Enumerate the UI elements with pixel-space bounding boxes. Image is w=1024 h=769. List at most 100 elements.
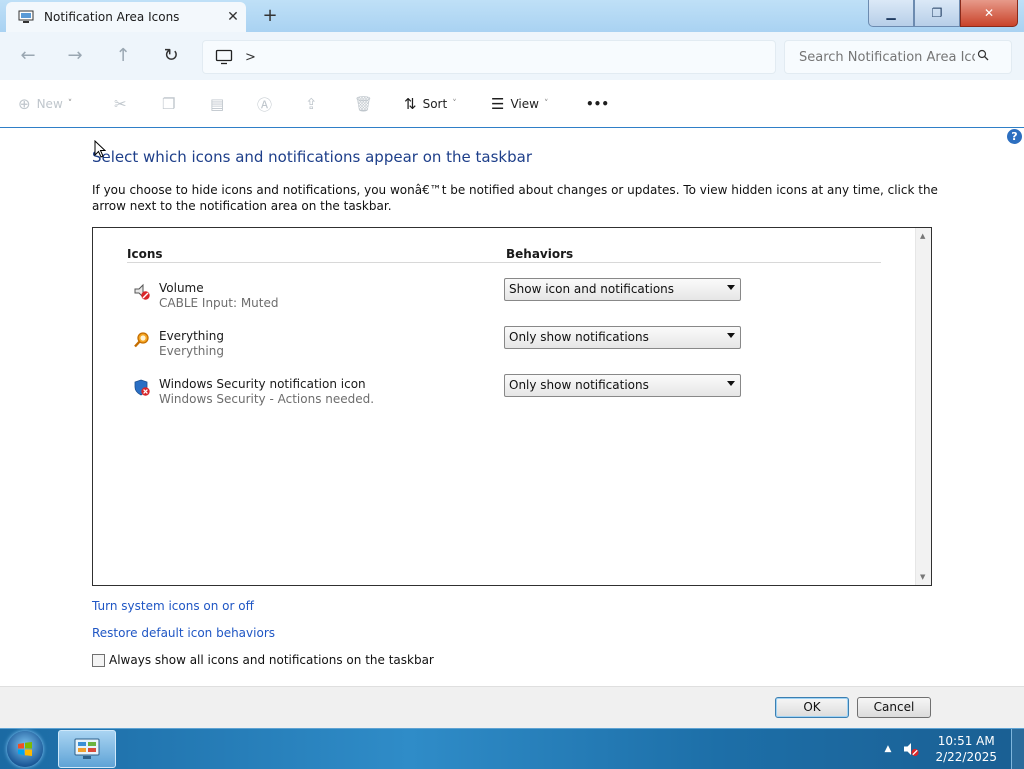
chevron-down-icon — [727, 333, 735, 338]
always-show-checkbox[interactable] — [92, 653, 105, 667]
turn-system-icons-link[interactable]: Turn system icons on or off — [92, 599, 254, 613]
show-hidden-icons-icon[interactable]: ▲ — [885, 744, 892, 754]
more-options-button[interactable]: ••• — [586, 94, 609, 114]
header-divider — [127, 262, 881, 263]
rename-button[interactable]: Ⓐ — [257, 94, 278, 114]
breadcrumb-chevron-icon[interactable]: > — [245, 50, 256, 65]
chevron-down-icon: ˅ — [452, 99, 457, 109]
command-bar: ⊕ New ˅ ✂ ❐ ▤ Ⓐ ⇪ 🗑 ⇅ Sort ˅ ☰ View ˅ ••… — [0, 80, 1024, 128]
everything-search-icon — [134, 332, 149, 348]
volume-muted-icon — [134, 283, 150, 300]
search-input[interactable] — [797, 48, 977, 66]
chevron-down-icon: ˅ — [67, 99, 73, 109]
behavior-dropdown[interactable]: Show icon and notifications — [504, 278, 741, 301]
vertical-scrollbar[interactable]: ▲ ▼ — [915, 228, 931, 585]
search-icon — [977, 49, 997, 65]
behavior-value: Only show notifications — [509, 378, 649, 392]
page-title: Select which icons and notifications app… — [92, 148, 532, 166]
title-bar: Notification Area Icons ✕ + ▁ ❐ ✕ — [0, 0, 1024, 32]
monitor-icon — [215, 49, 233, 65]
new-label: New — [36, 97, 63, 111]
show-desktop-button[interactable] — [1011, 729, 1024, 769]
column-header-icons: Icons — [127, 247, 163, 261]
chevron-down-icon — [727, 285, 735, 290]
view-label: View — [510, 97, 539, 111]
mouse-cursor-icon — [94, 140, 106, 158]
view-button[interactable]: ☰ View ˅ — [491, 94, 548, 114]
view-icon: ☰ — [491, 95, 505, 113]
new-tab-button[interactable]: + — [258, 6, 282, 26]
behavior-dropdown[interactable]: Only show notifications — [504, 374, 741, 397]
restore-defaults-link[interactable]: Restore default icon behaviors — [92, 626, 275, 640]
scissors-icon: ✂ — [114, 95, 127, 113]
item-detail: Windows Security - Actions needed. — [159, 392, 375, 406]
taskbar: ▲ 10:51 AM 2/22/2025 — [0, 728, 1024, 769]
main-content: ? Select which icons and notifications a… — [0, 128, 1024, 686]
back-arrow-icon[interactable]: ← — [16, 44, 40, 68]
share-button[interactable]: ⇪ — [305, 94, 324, 114]
scroll-down-icon[interactable]: ▼ — [920, 573, 925, 581]
item-name: Everything — [159, 329, 224, 343]
column-header-behaviors: Behaviors — [506, 247, 574, 261]
dialog-button-bar: OK Cancel — [0, 686, 1024, 729]
cancel-button[interactable]: Cancel — [857, 697, 931, 718]
behavior-value: Only show notifications — [509, 330, 649, 344]
item-detail: CABLE Input: Muted — [159, 296, 279, 310]
window-controls: ▁ ❐ ✕ — [868, 0, 1018, 28]
new-button[interactable]: ⊕ New ˅ — [18, 94, 72, 114]
item-detail: Everything — [159, 344, 224, 358]
rename-icon: Ⓐ — [257, 95, 273, 114]
behavior-dropdown[interactable]: Only show notifications — [504, 326, 741, 349]
refresh-icon[interactable]: ↻ — [159, 44, 183, 68]
system-clock[interactable]: 10:51 AM 2/22/2025 — [935, 733, 997, 765]
chevron-down-icon — [727, 381, 735, 386]
minimize-button[interactable]: ▁ — [868, 0, 914, 27]
share-icon: ⇪ — [305, 95, 318, 113]
tab-title: Notification Area Icons — [44, 10, 180, 24]
list-item: Volume CABLE Input: Muted Show icon and … — [131, 278, 891, 321]
tab-close-icon[interactable]: ✕ — [220, 9, 246, 25]
always-show-option[interactable]: Always show all icons and notifications … — [92, 653, 434, 667]
sort-label: Sort — [422, 97, 448, 111]
new-plus-icon: ⊕ — [18, 95, 31, 113]
up-arrow-icon[interactable]: ↑ — [111, 44, 135, 68]
list-item: Everything Everything Only show notifica… — [131, 326, 891, 369]
always-show-label: Always show all icons and notifications … — [109, 653, 434, 667]
search-box[interactable] — [784, 40, 1012, 74]
sort-button[interactable]: ⇅ Sort ˅ — [404, 94, 457, 114]
control-panel-icon — [18, 10, 34, 23]
notification-area: ▲ 10:51 AM 2/22/2025 — [885, 729, 1024, 769]
forward-arrow-icon[interactable]: → — [63, 44, 87, 68]
item-name: Windows Security notification icon — [159, 377, 366, 391]
address-bar[interactable]: > — [202, 40, 776, 74]
delete-button[interactable]: 🗑 — [354, 94, 379, 114]
sort-icon: ⇅ — [404, 95, 417, 113]
chevron-down-icon: ˅ — [543, 99, 549, 109]
copy-icon: ❐ — [162, 95, 176, 113]
windows-logo-icon — [18, 742, 32, 756]
windows-security-shield-icon — [134, 379, 150, 396]
list-item: Windows Security notification icon Windo… — [131, 374, 891, 417]
start-button[interactable] — [7, 731, 43, 767]
icons-list: Icons Behaviors Volume CABLE Input: Mute… — [92, 227, 932, 586]
clock-time: 10:51 AM — [937, 734, 995, 748]
behavior-value: Show icon and notifications — [509, 282, 675, 296]
trash-icon: 🗑 — [354, 95, 374, 113]
scroll-up-icon[interactable]: ▲ — [920, 232, 925, 240]
clock-date: 2/22/2025 — [935, 750, 997, 764]
clipboard-icon: ▤ — [210, 95, 225, 113]
item-name: Volume — [159, 281, 204, 295]
volume-muted-icon[interactable] — [903, 741, 920, 757]
taskbar-app-control-panel[interactable] — [58, 730, 116, 768]
page-description: If you choose to hide icons and notifica… — [92, 183, 938, 213]
paste-button[interactable]: ▤ — [210, 94, 230, 114]
maximize-button[interactable]: ❐ — [914, 0, 960, 27]
control-panel-icon — [74, 738, 100, 759]
cut-button[interactable]: ✂ — [114, 94, 133, 114]
navigation-bar: ← → ↑ ↻ > — [0, 32, 1024, 80]
tab-notification-area-icons[interactable]: Notification Area Icons ✕ — [6, 2, 246, 32]
copy-button[interactable]: ❐ — [162, 94, 181, 114]
ok-button[interactable]: OK — [775, 697, 849, 718]
close-button[interactable]: ✕ — [960, 0, 1018, 27]
help-icon[interactable]: ? — [1007, 129, 1022, 144]
